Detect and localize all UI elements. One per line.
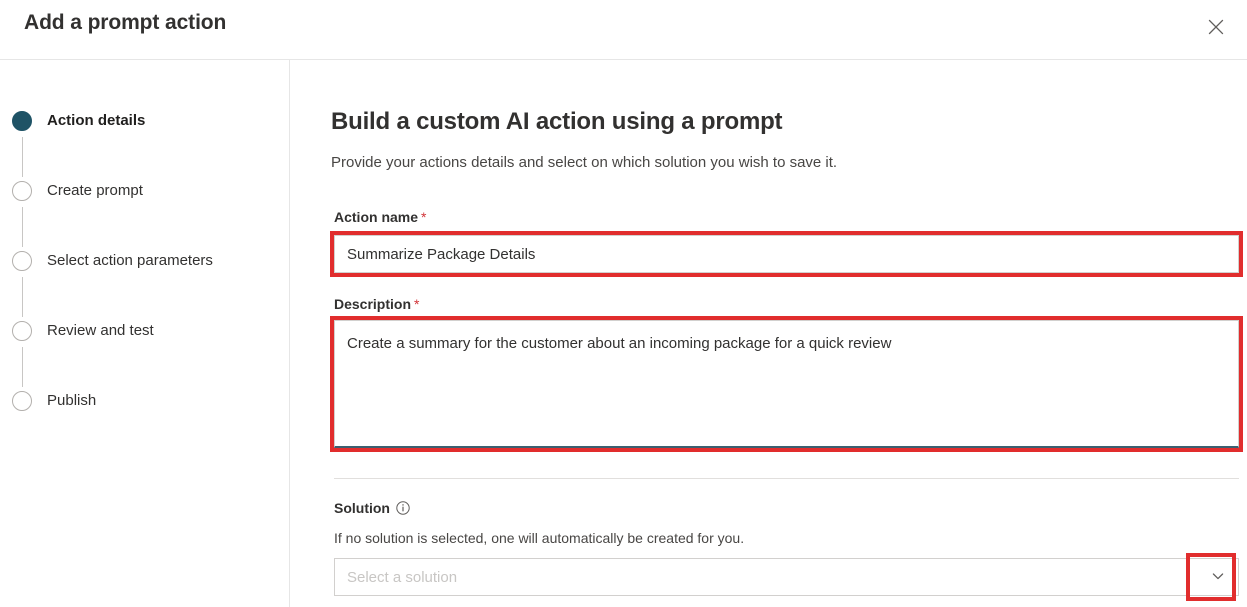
info-icon[interactable] — [396, 501, 410, 515]
sidebar-item-label: Select action parameters — [47, 252, 213, 269]
step-connector — [21, 137, 24, 177]
action-name-input[interactable] — [334, 235, 1239, 273]
dialog-title: Add a prompt action — [24, 11, 227, 34]
wizard-sidebar: Action details Create prompt Select acti… — [0, 60, 290, 607]
step-dot-icon — [12, 181, 32, 201]
solution-input[interactable] — [335, 559, 1195, 595]
add-prompt-action-dialog: Add a prompt action Action details Creat… — [0, 0, 1247, 607]
step-connector — [21, 207, 24, 247]
step-dot-active-icon — [12, 111, 32, 131]
description-label: Description * — [334, 296, 419, 312]
description-field-wrapper — [334, 320, 1239, 448]
step-dot-icon — [12, 391, 32, 411]
close-button[interactable] — [1195, 8, 1237, 46]
step-connector — [21, 277, 24, 317]
close-icon — [1208, 19, 1224, 35]
step-dot-icon — [12, 251, 32, 271]
sidebar-item-select-action-parameters[interactable]: Select action parameters — [12, 250, 278, 320]
step-marker — [12, 251, 34, 317]
sidebar-item-label: Review and test — [47, 322, 154, 339]
step-marker — [12, 391, 34, 413]
description-label-text: Description — [334, 296, 412, 312]
chevron-down-icon — [1211, 569, 1225, 586]
sidebar-item-label: Create prompt — [47, 182, 143, 199]
dialog-header: Add a prompt action — [0, 0, 1247, 60]
sidebar-item-label: Publish — [47, 392, 97, 409]
step-connector — [21, 347, 24, 387]
action-name-label-text: Action name — [334, 209, 419, 225]
sidebar-item-label: Action details — [47, 112, 146, 129]
solution-helper-text: If no solution is selected, one will aut… — [334, 530, 745, 546]
description-textarea[interactable] — [335, 321, 1238, 446]
step-marker — [12, 111, 34, 177]
step-marker — [12, 181, 34, 247]
solution-dropdown-button[interactable] — [1198, 559, 1238, 595]
required-asterisk: * — [414, 296, 420, 312]
solution-combobox[interactable] — [334, 558, 1239, 596]
sidebar-item-review-and-test[interactable]: Review and test — [12, 320, 278, 390]
section-divider — [334, 478, 1239, 479]
required-asterisk: * — [421, 209, 427, 225]
sidebar-item-publish[interactable]: Publish — [12, 390, 278, 420]
page-title: Build a custom AI action using a prompt — [331, 108, 783, 135]
step-marker — [12, 321, 34, 387]
sidebar-item-create-prompt[interactable]: Create prompt — [12, 180, 278, 250]
page-subtitle: Provide your actions details and select … — [331, 154, 838, 171]
action-name-label: Action name * — [334, 209, 426, 225]
solution-label-text: Solution — [334, 500, 390, 516]
step-dot-icon — [12, 321, 32, 341]
wizard-step-list: Action details Create prompt Select acti… — [12, 110, 278, 420]
solution-label: Solution — [334, 500, 410, 516]
sidebar-item-action-details[interactable]: Action details — [12, 110, 278, 180]
